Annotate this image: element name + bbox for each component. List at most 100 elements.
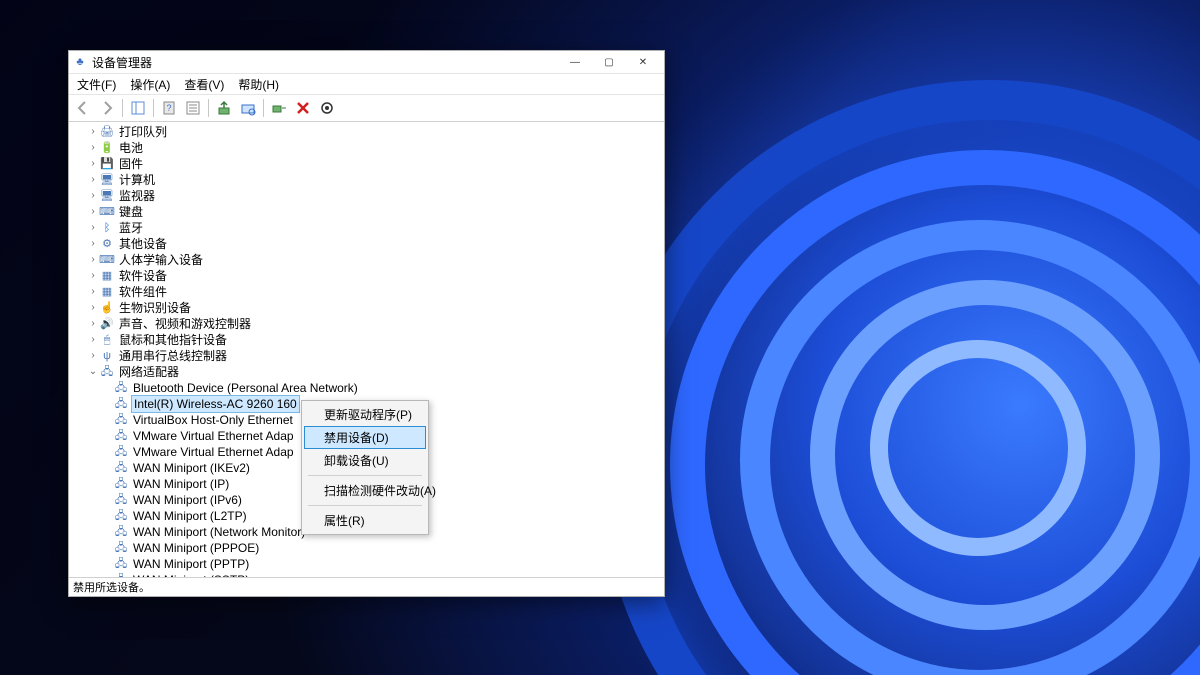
tree-node-label: Bluetooth Device (Personal Area Network) (131, 380, 360, 396)
tree-node[interactable]: ·🖧WAN Miniport (PPTP) (73, 556, 664, 572)
tree-node-label: WAN Miniport (IPv6) (131, 492, 244, 508)
expand-icon[interactable]: › (87, 348, 99, 364)
titlebar[interactable]: ♣ 设备管理器 — ▢ ✕ (69, 51, 664, 74)
tree-node-label: 网络适配器 (117, 364, 181, 380)
properties-button[interactable] (182, 97, 204, 119)
help-button[interactable]: ? (158, 97, 180, 119)
expand-icon[interactable]: › (87, 268, 99, 284)
tree-node-label: WAN Miniport (Network Monitor) (131, 524, 307, 540)
back-button[interactable] (72, 97, 94, 119)
expand-icon[interactable]: › (87, 284, 99, 300)
tree-node[interactable]: ›💾固件 (73, 156, 664, 172)
maximize-button[interactable]: ▢ (592, 51, 626, 73)
device-icon: ⚙ (99, 237, 115, 251)
ctx-scan-hardware[interactable]: 扫描检测硬件改动(A) (304, 479, 426, 502)
tree-node[interactable]: ›🖥计算机 (73, 172, 664, 188)
tree-node[interactable]: ›⌨人体学输入设备 (73, 252, 664, 268)
tree-node[interactable]: ›⌨键盘 (73, 204, 664, 220)
status-text: 禁用所选设备。 (73, 579, 150, 595)
expand-icon[interactable]: › (87, 252, 99, 268)
device-icon: 🖥 (99, 173, 115, 187)
no-expand-icon: · (101, 540, 113, 556)
no-expand-icon: · (101, 492, 113, 508)
menu-view[interactable]: 查看(V) (178, 75, 230, 94)
uninstall-device-button[interactable] (292, 97, 314, 119)
tree-node-label: VMware Virtual Ethernet Adap (131, 444, 296, 460)
enable-device-button[interactable] (268, 97, 290, 119)
tree-node-label: WAN Miniport (PPPOE) (131, 540, 261, 556)
tree-node-label: 鼠标和其他指针设备 (117, 332, 229, 348)
tree-node-label: WAN Miniport (IP) (131, 476, 231, 492)
device-icon: 🖧 (113, 493, 129, 507)
tree-node[interactable]: ›ψ通用串行总线控制器 (73, 348, 664, 364)
expand-icon[interactable]: › (87, 332, 99, 348)
ctx-separator (308, 475, 422, 476)
show-hide-tree-button[interactable] (127, 97, 149, 119)
ctx-uninstall-device[interactable]: 卸载设备(U) (304, 449, 426, 472)
tree-node-label: 键盘 (117, 204, 145, 220)
device-icon: 🖧 (113, 509, 129, 523)
tree-node[interactable]: ·🖧Bluetooth Device (Personal Area Networ… (73, 380, 664, 396)
tree-node-label: 生物识别设备 (117, 300, 193, 316)
svg-text:?: ? (166, 103, 171, 113)
close-button[interactable]: ✕ (626, 51, 660, 73)
tree-node[interactable]: ›⚙其他设备 (73, 236, 664, 252)
minimize-button[interactable]: — (558, 51, 592, 73)
expand-icon[interactable]: › (87, 316, 99, 332)
expand-icon[interactable]: › (87, 204, 99, 220)
tree-node-label: 固件 (117, 156, 145, 172)
tree-node-label: WAN Miniport (IKEv2) (131, 460, 252, 476)
tree-node[interactable]: ›🖥监视器 (73, 188, 664, 204)
disable-device-button[interactable] (316, 97, 338, 119)
expand-icon[interactable]: › (87, 236, 99, 252)
scan-hardware-button[interactable] (237, 97, 259, 119)
tree-node[interactable]: ›🖨打印队列 (73, 124, 664, 140)
menu-file[interactable]: 文件(F) (71, 75, 122, 94)
device-icon: 🖧 (99, 365, 115, 379)
device-icon: ▦ (99, 285, 115, 299)
expand-icon[interactable]: › (87, 188, 99, 204)
no-expand-icon: · (101, 412, 113, 428)
ctx-update-driver[interactable]: 更新驱动程序(P) (304, 403, 426, 426)
menu-help[interactable]: 帮助(H) (232, 75, 285, 94)
device-icon: 🖧 (113, 445, 129, 459)
no-expand-icon: · (101, 460, 113, 476)
tree-node[interactable]: ›▦软件组件 (73, 284, 664, 300)
expand-icon[interactable]: › (87, 124, 99, 140)
ctx-disable-device[interactable]: 禁用设备(D) (304, 426, 426, 449)
ctx-properties[interactable]: 属性(R) (304, 509, 426, 532)
no-expand-icon: · (101, 524, 113, 540)
menu-action[interactable]: 操作(A) (124, 75, 176, 94)
device-icon: 🖧 (113, 525, 129, 539)
window-title: 设备管理器 (92, 54, 558, 71)
tree-node[interactable]: ›🖱鼠标和其他指针设备 (73, 332, 664, 348)
tree-node[interactable]: ⌄🖧网络适配器 (73, 364, 664, 380)
no-expand-icon: · (101, 476, 113, 492)
device-icon: ☝ (99, 301, 115, 315)
tree-node[interactable]: ›☝生物识别设备 (73, 300, 664, 316)
statusbar: 禁用所选设备。 (69, 577, 664, 596)
menubar: 文件(F) 操作(A) 查看(V) 帮助(H) (69, 74, 664, 95)
expand-icon[interactable]: › (87, 156, 99, 172)
device-icon: 🖥 (99, 189, 115, 203)
device-manager-window: ♣ 设备管理器 — ▢ ✕ 文件(F) 操作(A) 查看(V) 帮助(H) ? … (68, 50, 665, 597)
ctx-separator (308, 505, 422, 506)
update-driver-button[interactable] (213, 97, 235, 119)
tree-node-label: 软件设备 (117, 268, 169, 284)
expand-icon[interactable]: › (87, 220, 99, 236)
no-expand-icon: · (101, 396, 113, 412)
tree-node[interactable]: ›ᛒ蓝牙 (73, 220, 664, 236)
expand-icon[interactable]: › (87, 300, 99, 316)
expand-icon[interactable]: › (87, 140, 99, 156)
tree-node[interactable]: ›🔋电池 (73, 140, 664, 156)
tree-node-label: 人体学输入设备 (117, 252, 205, 268)
tree-node[interactable]: ›🔊声音、视频和游戏控制器 (73, 316, 664, 332)
collapse-icon[interactable]: ⌄ (87, 364, 99, 380)
tree-node[interactable]: ›▦软件设备 (73, 268, 664, 284)
tree-node-label: 声音、视频和游戏控制器 (117, 316, 253, 332)
forward-button[interactable] (96, 97, 118, 119)
expand-icon[interactable]: › (87, 172, 99, 188)
tree-node[interactable]: ·🖧WAN Miniport (PPPOE) (73, 540, 664, 556)
tree-node-label: Intel(R) Wireless-AC 9260 160 (131, 395, 300, 413)
tree-node-label: VirtualBox Host-Only Ethernet (131, 412, 295, 428)
